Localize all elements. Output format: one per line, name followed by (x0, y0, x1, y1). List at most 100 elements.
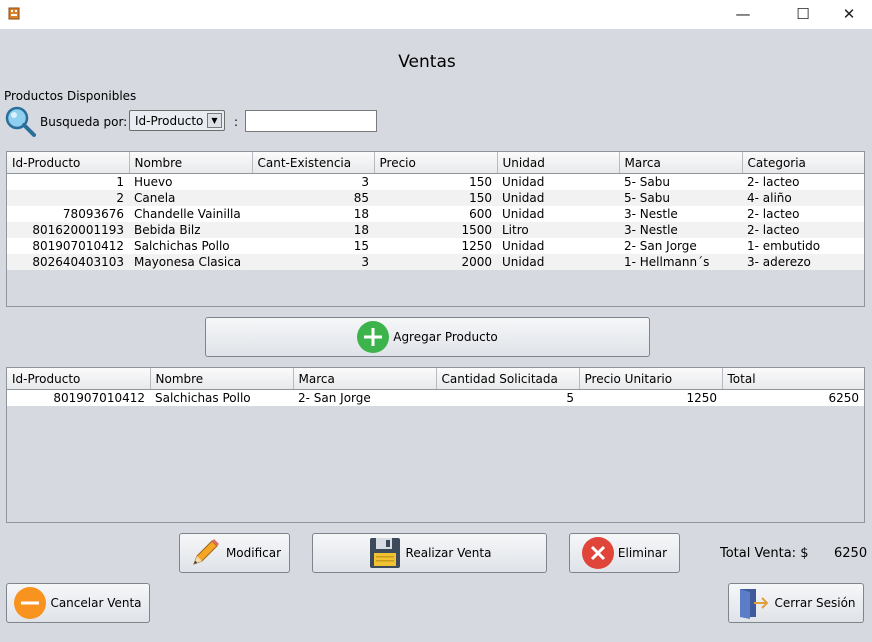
modify-label: Modificar (225, 546, 282, 560)
products-table[interactable]: Id-Producto Nombre Cant-Existencia Preci… (6, 151, 865, 307)
cell-unit: Unidad (497, 238, 619, 254)
cell-unit: Unidad (497, 173, 619, 190)
cell-category: 4- aliño (742, 190, 864, 206)
cell-stock: 15 (252, 238, 374, 254)
table-row[interactable]: 78093676 Chandelle Vainilla 18 600 Unida… (7, 206, 864, 222)
cell-brand: 3- Nestle (619, 206, 742, 222)
cell-unit: Litro (497, 222, 619, 238)
window-titlebar: — ☐ ✕ (0, 0, 872, 29)
column-header[interactable]: Categoria (742, 152, 864, 174)
total-sale-value: 6250 (834, 546, 868, 561)
chevron-down-icon[interactable]: ▼ (207, 113, 222, 128)
make-sale-label: Realizar Venta (405, 546, 492, 560)
cell-price: 1250 (374, 238, 497, 254)
cell-id: 78093676 (7, 206, 129, 222)
cell-stock: 85 (252, 190, 374, 206)
column-header[interactable]: Precio Unitario (579, 368, 723, 390)
cell-id: 2 (7, 190, 129, 206)
cell-category: 2- lacteo (742, 206, 864, 222)
table-row[interactable]: 1 Huevo 3 150 Unidad 5- Sabu 2- lacteo (7, 173, 864, 190)
cell-total: 6250 (722, 389, 864, 406)
minus-icon (14, 587, 47, 619)
cell-category: 1- embutido (742, 238, 864, 254)
cell-category: 2- lacteo (742, 222, 864, 238)
pencil-icon (193, 539, 219, 565)
cell-name: Mayonesa Clasica (129, 254, 252, 270)
maximize-button[interactable]: ☐ (780, 0, 826, 29)
column-header[interactable]: Total (722, 368, 864, 390)
cell-name: Salchichas Pollo (129, 238, 252, 254)
table-row[interactable]: 801907010412 Salchichas Pollo 2- San Jor… (7, 389, 864, 406)
cell-quantity: 5 (436, 389, 579, 406)
cell-brand: 5- Sabu (619, 173, 742, 190)
cell-category: 2- lacteo (742, 173, 864, 190)
cell-unit: Unidad (497, 206, 619, 222)
cell-brand: 1- Hellmann´s (619, 254, 742, 270)
column-header[interactable]: Marca (619, 152, 743, 174)
column-header[interactable]: Nombre (129, 152, 253, 174)
modify-button[interactable]: Modificar (179, 533, 290, 573)
column-header[interactable]: Marca (293, 368, 437, 390)
cancel-sale-button[interactable]: Cancelar Venta (6, 583, 150, 623)
search-input[interactable] (245, 110, 377, 132)
minimize-button[interactable]: — (720, 0, 766, 29)
make-sale-button[interactable]: Realizar Venta (312, 533, 547, 573)
cell-brand: 3- Nestle (619, 222, 742, 238)
close-button[interactable]: ✕ (826, 0, 872, 29)
column-header[interactable]: Cantidad Solicitada (436, 368, 580, 390)
magnifier-icon (5, 106, 36, 137)
search-colon: : (234, 115, 239, 129)
plus-icon (357, 321, 390, 353)
add-product-button[interactable]: Agregar Producto (205, 317, 650, 357)
add-product-label: Agregar Producto (393, 330, 498, 344)
cell-unit: Unidad (497, 254, 619, 270)
search-by-label: Busqueda por: (40, 115, 128, 129)
table-row[interactable]: 801907010412 Salchichas Pollo 15 1250 Un… (7, 238, 864, 254)
cell-id: 801907010412 (7, 238, 129, 254)
cell-stock: 3 (252, 173, 374, 190)
floppy-disk-icon (369, 538, 400, 568)
cell-price: 150 (374, 173, 497, 190)
column-header[interactable]: Id-Producto (7, 152, 130, 174)
cell-brand: 2- San Jorge (619, 238, 742, 254)
cell-name: Huevo (129, 173, 252, 190)
cell-price: 1500 (374, 222, 497, 238)
column-header[interactable]: Precio (374, 152, 498, 174)
cell-stock: 18 (252, 222, 374, 238)
cell-id: 801907010412 (7, 389, 150, 406)
delete-button[interactable]: Eliminar (569, 533, 680, 573)
products-section-label: Productos Disponibles (4, 89, 137, 103)
cell-brand: 5- Sabu (619, 190, 742, 206)
logout-label: Cerrar Sesión (774, 596, 856, 610)
table-row[interactable]: 802640403103 Mayonesa Clasica 3 2000 Uni… (7, 254, 864, 270)
column-header[interactable]: Cant-Existencia (252, 152, 375, 174)
cell-unit: Unidad (497, 190, 619, 206)
cell-name: Canela (129, 190, 252, 206)
cell-brand: 2- San Jorge (293, 389, 436, 406)
cell-id: 802640403103 (7, 254, 129, 270)
logout-button[interactable]: Cerrar Sesión (728, 583, 864, 623)
cell-price: 150 (374, 190, 497, 206)
cell-price: 600 (374, 206, 497, 222)
exit-door-icon (740, 589, 769, 619)
cell-category: 3- aderezo (742, 254, 864, 270)
column-header[interactable]: Id-Producto (7, 368, 151, 390)
cell-id: 1 (7, 173, 129, 190)
cell-unit-price: 1250 (579, 389, 722, 406)
sale-items-table[interactable]: Id-Producto Nombre Marca Cantidad Solici… (6, 367, 865, 523)
cell-name: Bebida Bilz (129, 222, 252, 238)
delete-label: Eliminar (617, 546, 668, 560)
cell-stock: 3 (252, 254, 374, 270)
column-header[interactable]: Unidad (497, 152, 620, 174)
sale-table-header: Id-Producto Nombre Marca Cantidad Solici… (7, 368, 864, 390)
search-by-dropdown[interactable]: Id-Producto ▼ (129, 110, 225, 131)
table-row[interactable]: 2 Canela 85 150 Unidad 5- Sabu 4- aliño (7, 190, 864, 206)
cell-id: 801620001193 (7, 222, 129, 238)
app-icon (8, 7, 20, 20)
cell-stock: 18 (252, 206, 374, 222)
column-header[interactable]: Nombre (150, 368, 294, 390)
cancel-sale-label: Cancelar Venta (50, 596, 142, 610)
cell-price: 2000 (374, 254, 497, 270)
total-sale-label: Total Venta: $ (720, 546, 809, 561)
table-row[interactable]: 801620001193 Bebida Bilz 18 1500 Litro 3… (7, 222, 864, 238)
